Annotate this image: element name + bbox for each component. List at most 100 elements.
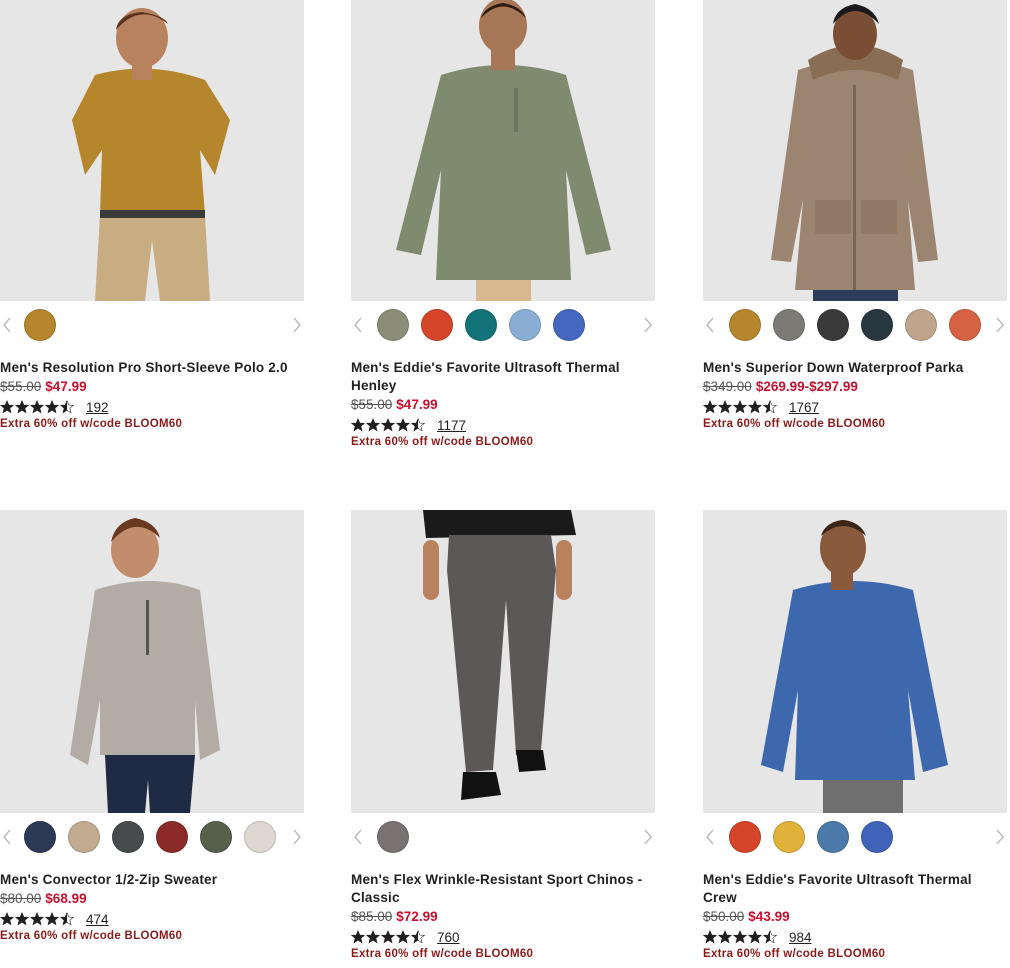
color-swatch[interactable]	[24, 309, 56, 341]
star-icon	[396, 930, 410, 944]
product-price: $85.00 $72.99	[351, 908, 655, 926]
color-swatch[interactable]	[905, 309, 937, 341]
star-icon	[15, 912, 29, 926]
color-swatch[interactable]	[729, 309, 761, 341]
color-swatch[interactable]	[68, 821, 100, 853]
color-swatch[interactable]	[200, 821, 232, 853]
swatch-next-arrow[interactable]	[641, 825, 655, 849]
product-photo-henley	[351, 0, 655, 301]
product-image[interactable]	[351, 0, 655, 301]
color-swatch[interactable]	[421, 309, 453, 341]
product-photo-chinos	[351, 510, 655, 813]
product-rating: 1767	[703, 398, 1007, 416]
product-title[interactable]: Men's Flex Wrinkle-Resistant Sport Chino…	[351, 871, 655, 907]
star-icon	[0, 912, 14, 926]
swatch-prev-arrow[interactable]	[351, 313, 365, 337]
color-swatch[interactable]	[24, 821, 56, 853]
color-swatch[interactable]	[861, 821, 893, 853]
chevron-left-icon	[3, 317, 11, 333]
chevron-right-icon	[293, 829, 301, 845]
sale-price: $43.99	[748, 909, 790, 924]
promo-text: Extra 60% off w/code BLOOM60	[703, 418, 886, 430]
color-swatch[interactable]	[817, 821, 849, 853]
color-swatch[interactable]	[156, 821, 188, 853]
original-price: $85.00	[351, 909, 393, 924]
star-icon	[351, 930, 365, 944]
chevron-left-icon	[706, 317, 714, 333]
color-swatch[interactable]	[509, 309, 541, 341]
star-icon	[718, 400, 732, 414]
product-title[interactable]: Men's Resolution Pro Short-Sleeve Polo 2…	[0, 359, 304, 377]
star-rating-icon	[0, 400, 74, 414]
swatch-next-arrow[interactable]	[290, 825, 304, 849]
star-icon	[45, 400, 59, 414]
star-rating-icon	[703, 930, 777, 944]
product-photo-parka	[703, 0, 1007, 301]
color-swatch[interactable]	[729, 821, 761, 853]
review-count-link[interactable]: 474	[86, 912, 109, 927]
star-icon	[748, 930, 762, 944]
product-image[interactable]	[351, 510, 655, 813]
star-icon	[351, 418, 365, 432]
star-rating-icon	[351, 418, 425, 432]
color-swatch[interactable]	[773, 821, 805, 853]
color-swatch[interactable]	[817, 309, 849, 341]
star-rating-icon	[703, 400, 777, 414]
star-icon	[411, 930, 425, 944]
star-icon	[60, 912, 74, 926]
review-count-link[interactable]: 1767	[789, 400, 819, 415]
swatch-prev-arrow[interactable]	[351, 825, 365, 849]
review-count-link[interactable]: 984	[789, 930, 812, 945]
color-swatch[interactable]	[465, 309, 497, 341]
chevron-right-icon	[644, 317, 652, 333]
color-swatch[interactable]	[377, 309, 409, 341]
star-icon	[0, 400, 14, 414]
star-rating-icon	[351, 930, 425, 944]
original-price: $50.00	[703, 909, 745, 924]
product-title[interactable]: Men's Convector 1/2-Zip Sweater	[0, 871, 304, 889]
color-swatch[interactable]	[377, 821, 409, 853]
product-image[interactable]	[703, 0, 1007, 301]
swatch-next-arrow[interactable]	[993, 313, 1007, 337]
color-swatch[interactable]	[553, 309, 585, 341]
color-swatches	[703, 813, 1007, 861]
star-icon	[411, 418, 425, 432]
color-swatches	[0, 301, 304, 349]
review-count-link[interactable]: 760	[437, 930, 460, 945]
product-rating: 984	[703, 928, 1007, 946]
swatch-next-arrow[interactable]	[290, 313, 304, 337]
review-count-link[interactable]: 1177	[437, 418, 466, 433]
swatch-prev-arrow[interactable]	[0, 313, 14, 337]
swatch-prev-arrow[interactable]	[703, 313, 717, 337]
chevron-left-icon	[354, 829, 362, 845]
star-icon	[718, 930, 732, 944]
product-image[interactable]	[0, 510, 304, 813]
chevron-left-icon	[354, 317, 362, 333]
color-swatch[interactable]	[244, 821, 276, 853]
star-icon	[733, 400, 747, 414]
product-price: $55.00 $47.99	[351, 396, 655, 414]
product-title[interactable]: Men's Superior Down Waterproof Parka	[703, 359, 1007, 377]
review-count-link[interactable]: 192	[86, 400, 109, 415]
color-swatch[interactable]	[949, 309, 981, 341]
sale-price: $47.99	[396, 397, 438, 412]
swatch-prev-arrow[interactable]	[0, 825, 14, 849]
chevron-right-icon	[996, 829, 1004, 845]
product-card: Men's Convector 1/2-Zip Sweater $80.00 $6…	[0, 510, 304, 942]
swatch-next-arrow[interactable]	[993, 825, 1007, 849]
star-icon	[60, 400, 74, 414]
color-swatch[interactable]	[773, 309, 805, 341]
color-swatch[interactable]	[112, 821, 144, 853]
color-swatch[interactable]	[861, 309, 893, 341]
product-title[interactable]: Men's Eddie's Favorite Ultrasoft Thermal…	[351, 359, 655, 395]
product-image[interactable]	[703, 510, 1007, 813]
promo-text: Extra 60% off w/code BLOOM60	[351, 436, 534, 448]
swatch-next-arrow[interactable]	[641, 313, 655, 337]
swatch-prev-arrow[interactable]	[703, 825, 717, 849]
product-image[interactable]	[0, 0, 304, 301]
sale-price: $47.99	[45, 379, 87, 394]
product-title[interactable]: Men's Eddie's Favorite Ultrasoft Thermal…	[703, 871, 1007, 907]
star-rating-icon	[0, 912, 74, 926]
product-card: Men's Resolution Pro Short-Sleeve Polo 2…	[0, 0, 304, 430]
star-icon	[381, 930, 395, 944]
